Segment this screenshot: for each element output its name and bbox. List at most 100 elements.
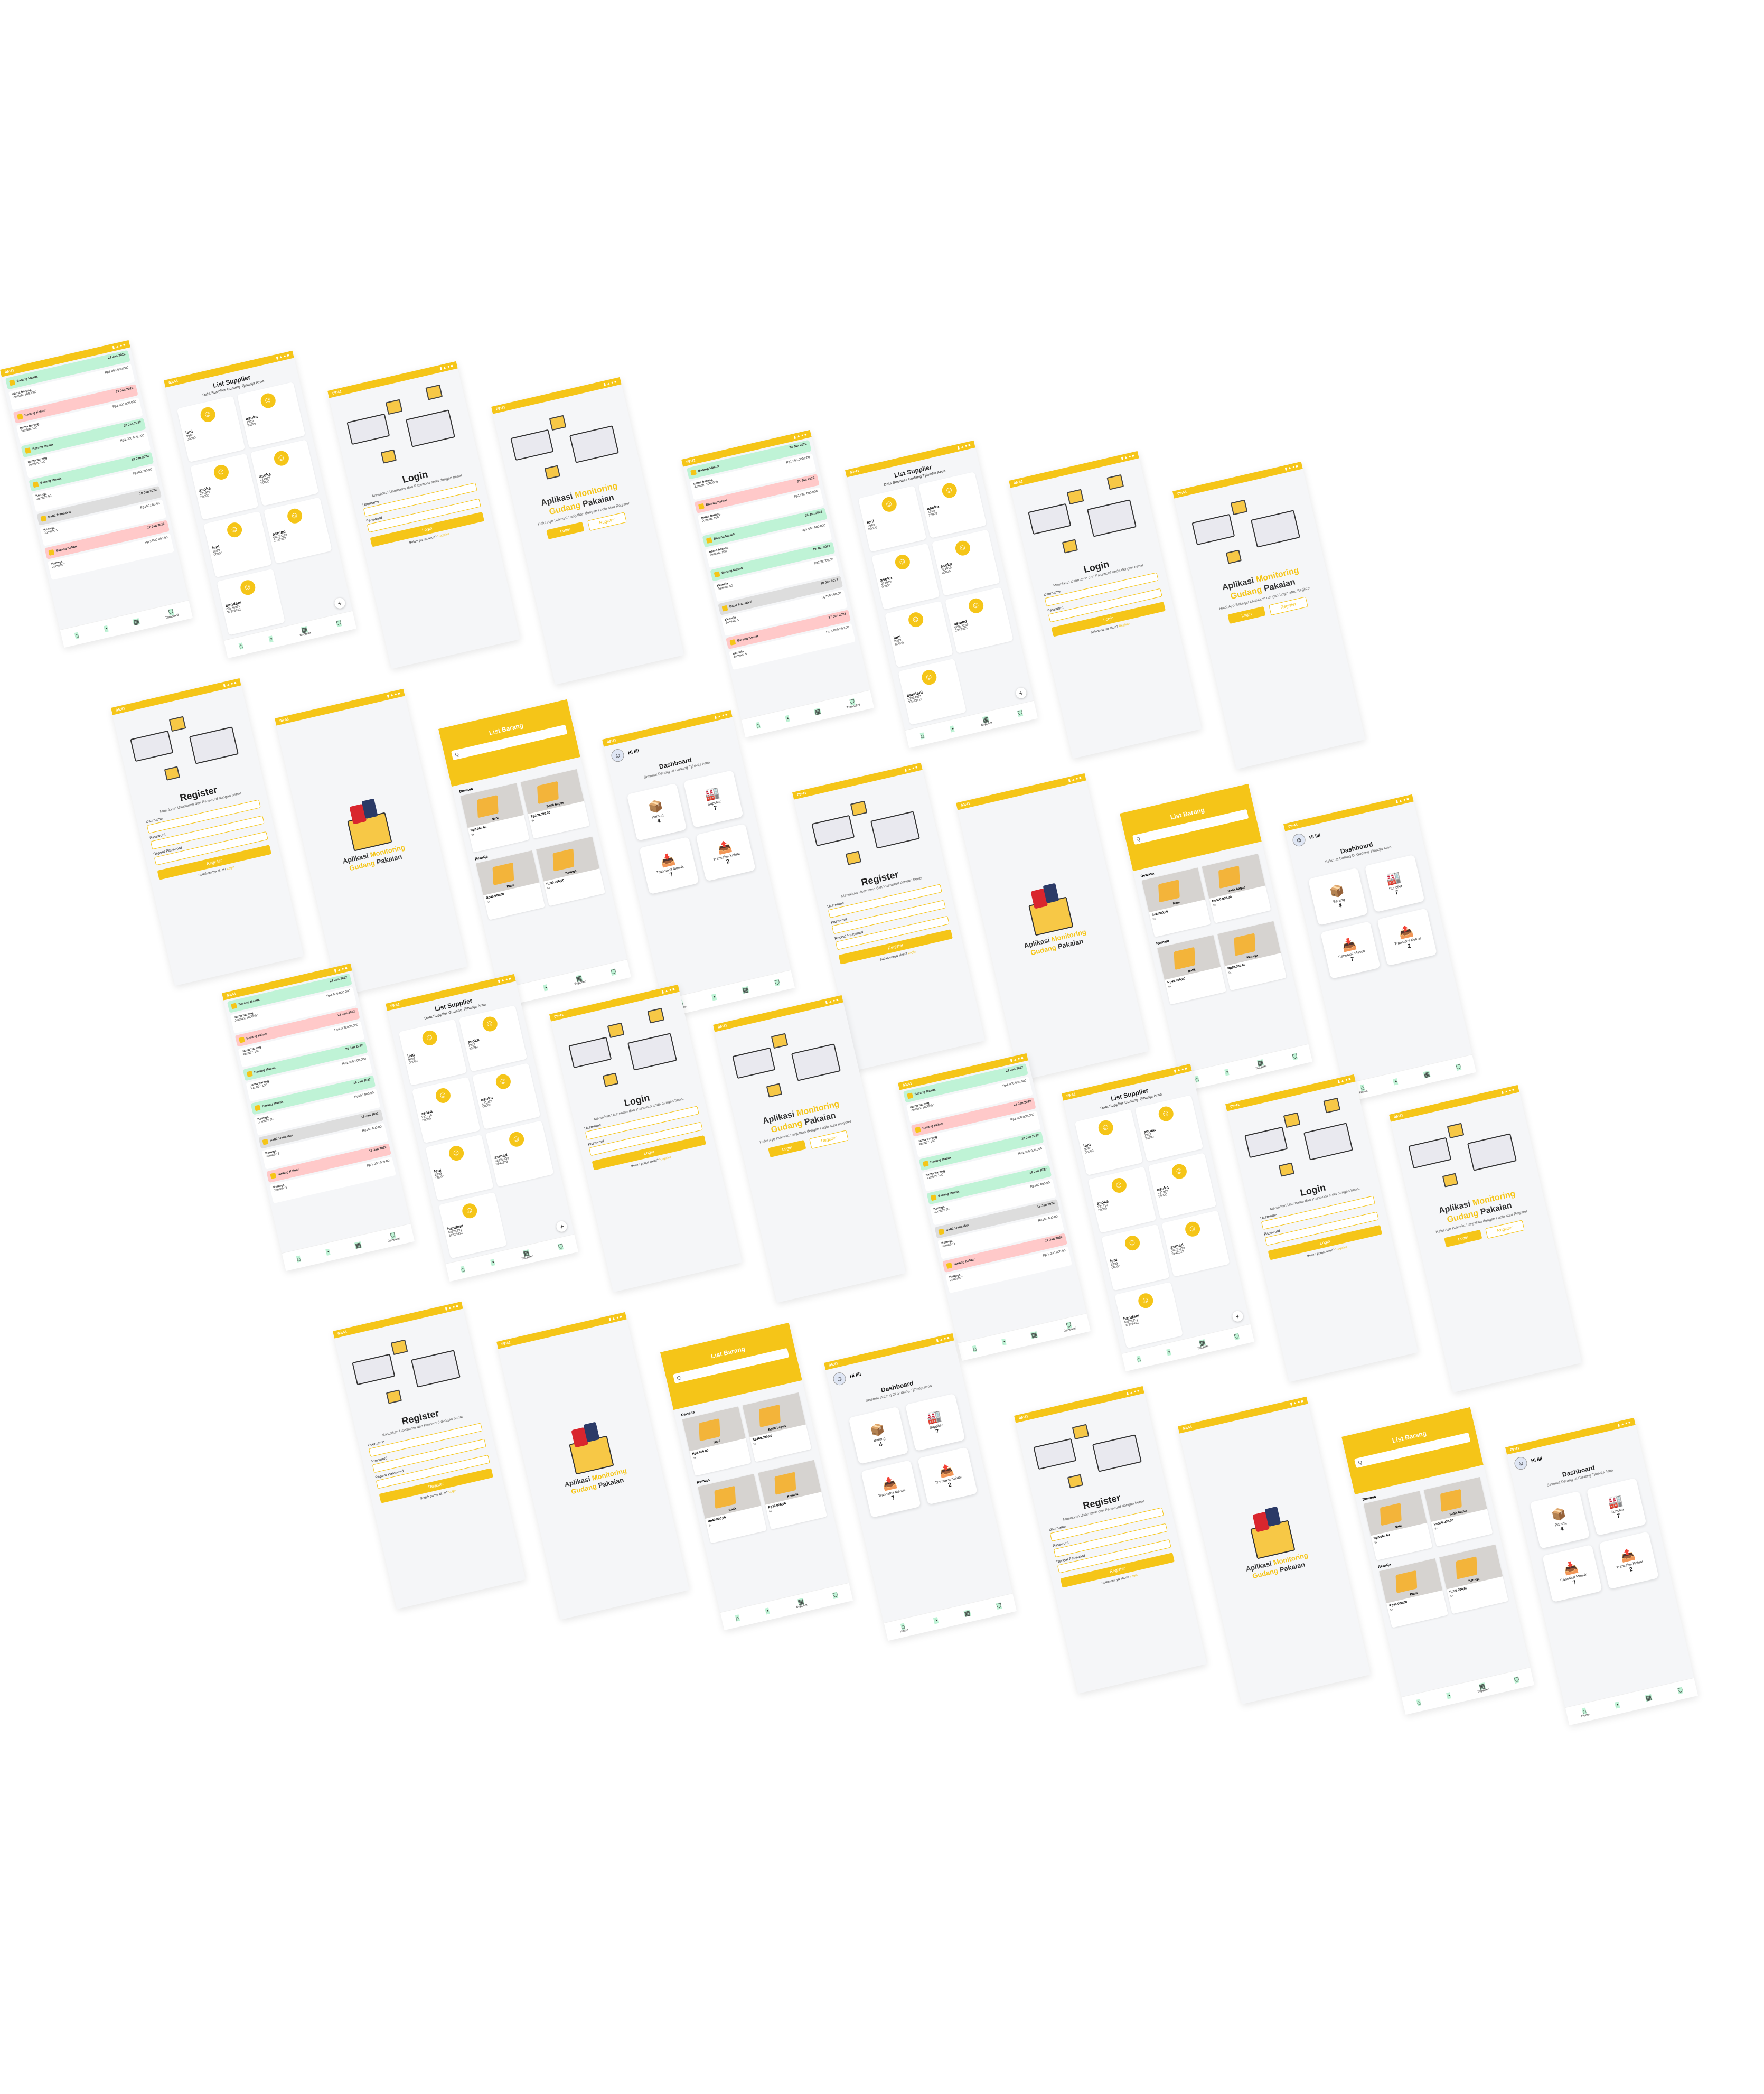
nav-supplier[interactable]: ▦ [354, 1241, 362, 1249]
summary-card[interactable]: 📦 Barang 4 [1308, 867, 1368, 926]
welcome-login-button[interactable]: Login [1227, 606, 1266, 624]
nav-supplier[interactable]: ▦ [1645, 1694, 1652, 1702]
summary-card[interactable]: 📥 Transaksi Masuk 7 [1542, 1544, 1602, 1603]
supplier-card[interactable]: ☺ asoka 221919 00000 [1087, 1166, 1157, 1233]
nav-supplier[interactable]: ▦ Supplier [520, 1249, 533, 1260]
login-link[interactable]: Login [227, 866, 235, 871]
nav-supplier[interactable]: ▦ Supplier [298, 625, 312, 637]
summary-card[interactable]: 🏭 Supplier 7 [1586, 1478, 1647, 1536]
nav-home[interactable]: ⌂Home [898, 1622, 908, 1633]
nav-home[interactable]: ⌂ [919, 732, 925, 740]
supplier-card[interactable]: ☺ leni 9999 00000 [398, 1019, 467, 1086]
welcome-register-button[interactable]: Register [1269, 596, 1308, 616]
nav-home[interactable]: ⌂Home [1358, 1083, 1368, 1095]
nav-supplier[interactable]: ▦ Supplier [573, 974, 586, 986]
supplier-card[interactable]: ☺ asoka 1919 23999 [918, 471, 987, 538]
nav-home[interactable]: ⌂ [1416, 1698, 1421, 1706]
nav-dashboard[interactable]: ◔ [765, 1607, 770, 1615]
nav-transaksi[interactable]: ⛉ [1292, 1052, 1298, 1061]
nav-home[interactable]: ⌂ [755, 722, 761, 730]
supplier-card[interactable]: ☺ leni 9999 00000 [858, 485, 927, 553]
nav-home[interactable]: ⌂ [1194, 1075, 1199, 1083]
supplier-card[interactable]: ☺ leni 8999 00000 [885, 601, 953, 668]
product-card[interactable]: Batik Rp40.000,00 5x [698, 1474, 767, 1544]
nav-supplier[interactable]: ▦ Supplier [979, 715, 993, 727]
nav-home[interactable]: ⌂ [74, 632, 79, 640]
welcome-login-button[interactable]: Login [1444, 1229, 1482, 1248]
supplier-card[interactable]: ☺ asoka 221919 00000 [190, 453, 259, 520]
register-link[interactable]: Register [1119, 622, 1131, 628]
nav-supplier[interactable]: ▦ [1030, 1331, 1038, 1339]
supplier-card[interactable]: ☺ asmad 08923233 2342923 [945, 587, 1014, 654]
supplier-card[interactable]: ☺ bandani 02334991 37323412 [217, 568, 285, 635]
supplier-card[interactable]: ☺ leni 9999 00000 [1074, 1109, 1143, 1176]
nav-supplier[interactable]: ▦ Supplier [794, 1597, 808, 1609]
supplier-card[interactable]: ☺ asoka 221919 00000 [472, 1063, 541, 1129]
welcome-register-button[interactable]: Register [809, 1130, 849, 1149]
summary-card[interactable]: 📤 Transaksi Keluar 2 [1377, 908, 1437, 966]
supplier-card[interactable]: ☺ bandani 02334991 37323412 [438, 1192, 507, 1259]
welcome-login-button[interactable]: Login [768, 1139, 806, 1158]
nav-dashboard[interactable]: ◔ [543, 984, 548, 992]
register-link[interactable]: Register [437, 532, 449, 538]
nav-dashboard[interactable]: ◔ [1224, 1068, 1230, 1076]
supplier-card[interactable]: ☺ asoka 221919 00000 [411, 1077, 481, 1144]
summary-card[interactable]: 📤 Transaksi Keluar 2 [917, 1447, 978, 1505]
nav-home[interactable]: ⌂ [1136, 1355, 1141, 1363]
nav-transaksi[interactable]: ⛉ Transaksi [164, 607, 179, 620]
welcome-register-button[interactable]: Register [1485, 1220, 1525, 1239]
nav-transaksi[interactable]: ⛉ [1017, 709, 1024, 717]
nav-home[interactable]: ⌂ [296, 1255, 301, 1263]
nav-transaksi[interactable]: ⛉ Transaksi [1062, 1321, 1077, 1333]
supplier-card[interactable]: ☺ asmad 08923233 2342923 [485, 1120, 554, 1188]
nav-transaksi[interactable]: ⛉ [1456, 1063, 1462, 1071]
nav-supplier[interactable]: ▦ [814, 707, 821, 716]
nav-dashboard[interactable]: ◔ [325, 1248, 331, 1256]
summary-card[interactable]: 📤 Transaksi Keluar 2 [696, 824, 756, 882]
nav-supplier[interactable]: ▦ Supplier [1196, 1339, 1209, 1350]
nav-dashboard[interactable]: ◔ [933, 1616, 939, 1624]
nav-transaksi[interactable]: ⛉ [1677, 1686, 1684, 1695]
product-card[interactable]: Batik Rp40.000,00 5x [1157, 935, 1227, 1005]
supplier-card[interactable]: ☺ bandani 02334991 37323412 [1114, 1282, 1183, 1349]
welcome-login-button[interactable]: Login [546, 521, 585, 540]
supplier-card[interactable]: ☺ asmad 08923233 2342923 [264, 497, 332, 564]
product-card[interactable]: Batik bagus Rp300.000,00 5x [1423, 1477, 1493, 1547]
nav-transaksi[interactable]: ⛉ [558, 1242, 564, 1251]
supplier-card[interactable]: ☺ asoka 221919 00000 [1148, 1153, 1217, 1219]
nav-dashboard[interactable]: ◔ [1166, 1348, 1171, 1356]
nav-transaksi[interactable]: ⛉ [1234, 1332, 1240, 1341]
nav-home[interactable]: ⌂ [972, 1345, 977, 1353]
nav-home[interactable]: ⌂Home [1580, 1707, 1590, 1718]
summary-card[interactable]: 📦 Barang 4 [1530, 1491, 1590, 1549]
supplier-card[interactable]: ☺ asoka 1919 23999 [237, 381, 306, 448]
login-link[interactable]: Login [1130, 1574, 1138, 1578]
nav-dashboard[interactable]: ◔ [1615, 1701, 1620, 1709]
product-card[interactable]: Kemeja Rp30.000,00 5x [758, 1460, 828, 1530]
supplier-card[interactable]: ☺ leni 9999 00000 [176, 396, 246, 463]
product-card[interactable]: Kemeja Rp30.000,00 5x [1439, 1544, 1509, 1614]
product-card[interactable]: Batik bagus Rp300.000,00 5x [1202, 854, 1271, 923]
nav-dashboard[interactable]: ◔ [1446, 1691, 1451, 1699]
product-card[interactable]: Batik bagus Rp300.000,00 5x [520, 769, 590, 839]
nav-transaksi[interactable]: ⛉ [1514, 1676, 1520, 1684]
nav-home[interactable]: ⌂ [735, 1614, 740, 1622]
nav-home[interactable]: ⌂ [238, 642, 243, 650]
supplier-card[interactable]: ☺ leni 8999 00000 [425, 1134, 494, 1201]
nav-supplier[interactable]: ▦ Supplier [1476, 1682, 1489, 1694]
summary-card[interactable]: 📦 Barang 4 [626, 783, 687, 841]
product-card[interactable]: Kemeja Rp30.000,00 5x [1217, 921, 1287, 991]
supplier-card[interactable]: ☺ asoka 221919 00000 [250, 440, 319, 506]
supplier-card[interactable]: ☺ asoka 1919 23999 [1134, 1095, 1204, 1162]
nav-transaksi[interactable]: ⛉ [611, 968, 617, 976]
nav-supplier[interactable]: ▦ Supplier [1254, 1059, 1268, 1070]
supplier-card[interactable]: ☺ asmad 08923233 2342923 [1161, 1210, 1230, 1277]
register-link[interactable]: Register [1335, 1246, 1347, 1251]
supplier-card[interactable]: ☺ asoka 221919 00000 [931, 529, 1000, 596]
avatar[interactable]: ☺ [1291, 832, 1307, 848]
nav-transaksi[interactable]: ⛉ [774, 978, 781, 987]
nav-transaksi[interactable]: ⛉ Transaksi [386, 1231, 401, 1243]
register-link[interactable]: Register [659, 1156, 671, 1162]
nav-supplier[interactable]: ▦ [133, 618, 140, 626]
avatar[interactable]: ☺ [1513, 1455, 1528, 1471]
